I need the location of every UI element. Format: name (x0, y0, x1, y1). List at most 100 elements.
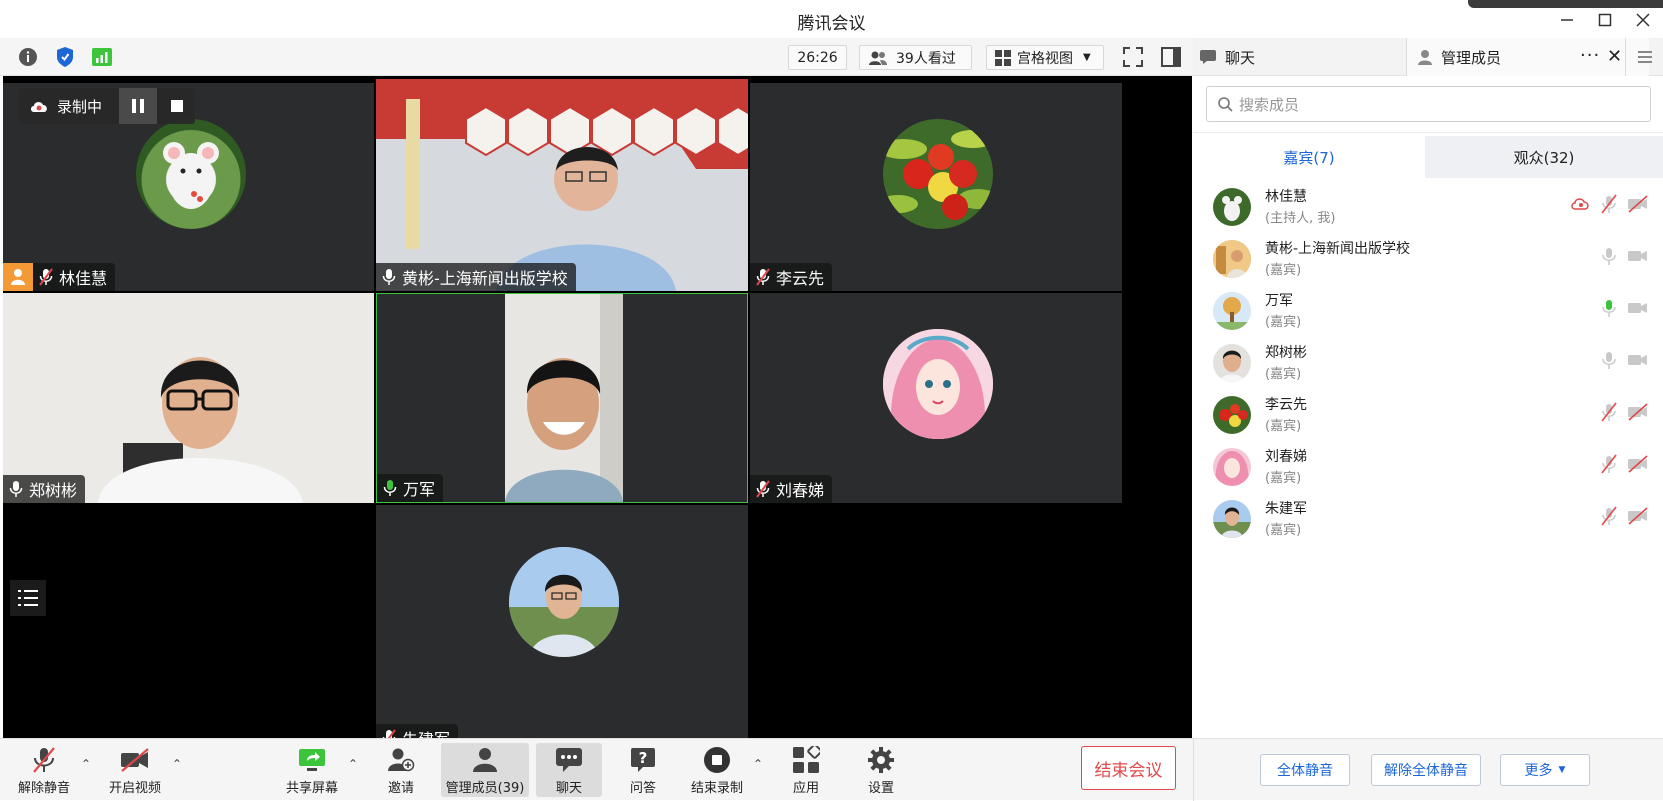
mic-muted-icon (29, 745, 59, 775)
video-tile-active-speaker[interactable]: 万军 (376, 293, 748, 503)
mic-muted-icon[interactable] (1599, 506, 1619, 526)
invite-button[interactable]: 邀请 (378, 743, 424, 797)
manage-members-button[interactable]: 管理成员(39) (441, 743, 529, 797)
share-screen-icon (297, 745, 327, 775)
chat-button[interactable]: 聊天 (536, 743, 602, 797)
invite-label: 邀请 (387, 781, 414, 796)
more-dropdown-button[interactable]: 更多 ▼ (1500, 754, 1590, 786)
panel-menu-icon[interactable] (1625, 38, 1663, 76)
sidebar-toggle-icon[interactable] (1160, 46, 1182, 68)
video-tile[interactable]: 李云先 (750, 83, 1122, 291)
member-search-input[interactable]: 搜索成员 (1206, 86, 1651, 122)
member-row[interactable]: 朱建军 (嘉宾) (1213, 496, 1653, 548)
mic-muted-icon[interactable] (1599, 454, 1619, 474)
end-meeting-button[interactable]: 结束会议 (1081, 746, 1176, 790)
member-row[interactable]: 郑树彬 (嘉宾) (1213, 340, 1653, 392)
chevron-up-icon[interactable]: ⌃ (753, 757, 763, 771)
stop-record-icon (702, 745, 732, 775)
video-tile[interactable]: 朱建军 (376, 505, 748, 738)
avatar (883, 119, 993, 229)
mic-on-icon[interactable] (1599, 350, 1619, 370)
tile-name: 李云先 (776, 269, 825, 288)
unmute-button[interactable]: 解除静音 (14, 743, 74, 797)
view-mode-dropdown[interactable]: 宫格视图 ▼ (986, 45, 1104, 70)
mic-speaking-icon[interactable] (1599, 298, 1619, 318)
camera-on-icon[interactable] (1627, 246, 1647, 266)
recording-indicator: 录制中 (19, 88, 195, 124)
member-name: 林佳慧 (1265, 189, 1307, 205)
mute-all-button[interactable]: 全体静音 (1260, 754, 1350, 786)
chat-bubble-icon (1200, 50, 1216, 64)
minimize-icon (1561, 19, 1573, 21)
window-top-strip (1468, 0, 1663, 8)
avatar (1213, 188, 1251, 226)
pause-recording-button[interactable] (119, 88, 157, 124)
camera-off-icon[interactable] (1627, 506, 1648, 526)
video-tile[interactable]: 黄彬-上海新闻出版学校 (376, 79, 748, 291)
chevron-up-icon[interactable]: ⌃ (81, 757, 91, 771)
security-shield-icon[interactable] (54, 46, 76, 68)
member-row[interactable]: 林佳慧 (主持人, 我) (1213, 184, 1653, 236)
camera-on-icon[interactable] (1627, 298, 1647, 318)
avatar (1213, 344, 1251, 382)
fullscreen-icon[interactable] (1122, 46, 1144, 68)
share-screen-button[interactable]: 共享屏幕 (283, 743, 341, 797)
chevron-up-icon[interactable]: ⌃ (348, 757, 358, 771)
mic-muted-icon[interactable] (1599, 194, 1619, 214)
member-name: 万军 (1265, 293, 1293, 309)
maximize-icon (1598, 13, 1612, 27)
tab-manage-members[interactable]: 管理成员 ··· ✕ (1407, 38, 1649, 76)
share-screen-label: 共享屏幕 (285, 781, 338, 796)
more-options-icon[interactable]: ··· (1580, 45, 1600, 66)
stop-recording-small-button[interactable] (159, 88, 195, 124)
mic-muted-icon[interactable] (1599, 402, 1619, 422)
close-panel-icon[interactable]: ✕ (1607, 46, 1622, 67)
video-tile[interactable]: 郑树彬 (3, 293, 374, 503)
stop-recording-button[interactable]: 结束录制 (688, 743, 746, 797)
tile-nameplate: 万军 (377, 474, 444, 502)
camera-off-icon[interactable] (1627, 402, 1648, 422)
member-row[interactable]: 李云先 (嘉宾) (1213, 392, 1653, 444)
avatar (1213, 396, 1251, 434)
member-row[interactable]: 万军 (嘉宾) (1213, 288, 1653, 340)
chevron-up-icon[interactable]: ⌃ (172, 757, 182, 771)
list-toggle-icon[interactable] (10, 580, 46, 616)
viewers-count-button[interactable]: 39人看过 (859, 45, 972, 70)
member-row[interactable]: 黄彬-上海新闻出版学校 (嘉宾) (1213, 236, 1653, 288)
avatar (136, 119, 246, 229)
unmute-all-button[interactable]: 解除全体静音 (1371, 754, 1481, 786)
video-feed-office (376, 79, 748, 291)
tile-nameplate: 朱建军 (376, 724, 459, 738)
info-icon[interactable] (17, 46, 39, 68)
host-person-icon (11, 269, 25, 285)
apps-grid-icon (791, 745, 821, 775)
member-name: 黄彬-上海新闻出版学校 (1265, 241, 1411, 257)
member-role: (嘉宾) (1265, 523, 1302, 538)
view-mode-label: 宫格视图 (1017, 50, 1073, 67)
start-video-button[interactable]: 开启视频 (104, 743, 166, 797)
tab-audience[interactable]: 观众(32) (1425, 136, 1663, 178)
video-tile[interactable]: 刘春娣 (750, 293, 1122, 503)
apps-button[interactable]: 应用 (788, 743, 824, 797)
camera-on-icon[interactable] (1627, 350, 1647, 370)
minimize-button[interactable] (1551, 8, 1583, 32)
close-window-button[interactable] (1627, 8, 1659, 32)
qa-button[interactable]: ? 问答 (622, 743, 664, 797)
mic-on-icon[interactable] (1599, 246, 1619, 266)
member-row[interactable]: 刘春娣 (嘉宾) (1213, 444, 1653, 496)
grid-view-icon (995, 49, 1011, 66)
tab-chat[interactable]: 聊天 (1193, 38, 1407, 76)
camera-off-icon[interactable] (1627, 454, 1648, 474)
maximize-button[interactable] (1589, 8, 1621, 32)
camera-off-icon[interactable] (1627, 194, 1648, 214)
chevron-down-icon: ▼ (1083, 52, 1091, 63)
member-name: 朱建军 (1265, 501, 1307, 517)
search-icon (1218, 97, 1233, 112)
tile-name: 万军 (403, 480, 436, 499)
network-signal-icon[interactable] (91, 46, 113, 68)
mic-on-icon (382, 268, 396, 286)
tab-guests[interactable]: 嘉宾(7) (1193, 136, 1425, 178)
settings-button[interactable]: 设置 (862, 743, 900, 797)
tile-name: 林佳慧 (59, 269, 108, 288)
member-name: 刘春娣 (1265, 449, 1307, 465)
